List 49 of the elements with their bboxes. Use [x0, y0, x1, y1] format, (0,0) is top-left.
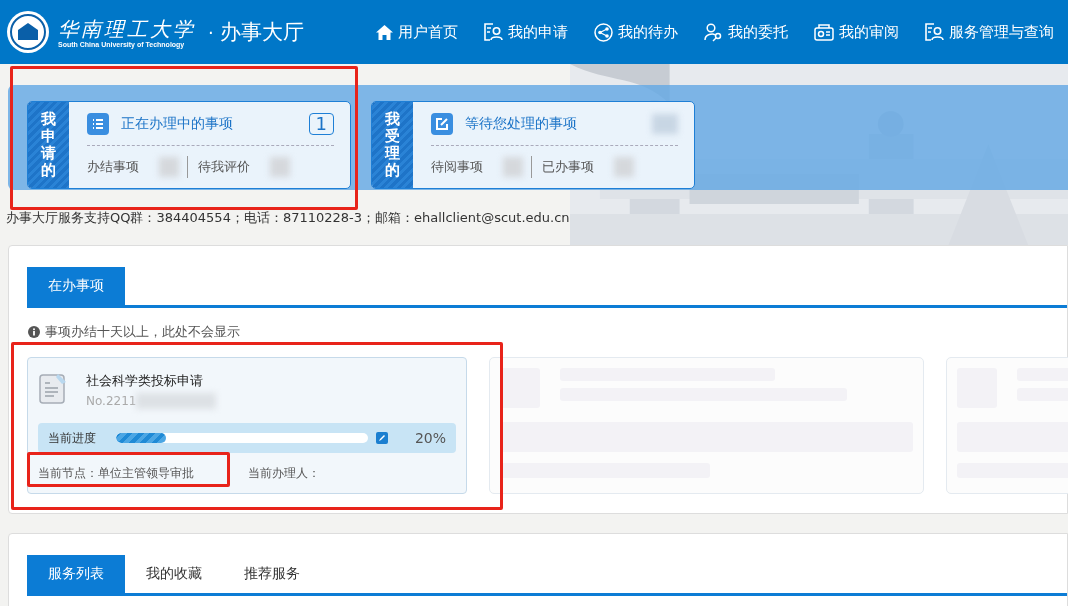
support-info: 办事大厅服务支持QQ群：384404554；电话：87110228-3；邮箱：ehallclient@scut.edu.cn [6, 209, 571, 227]
edit-icon [431, 113, 453, 135]
info-icon [28, 326, 40, 338]
stat-label: 已办事项 [542, 158, 595, 176]
home-icon [376, 24, 393, 40]
pencil-icon [376, 432, 388, 444]
person-document-icon [484, 23, 503, 41]
task-number: No.2211 [86, 394, 137, 408]
redacted-value [503, 157, 523, 177]
current-node-text: 当前节点：单位主管领导审批 [38, 465, 194, 482]
card-side-label: 我受理的 [372, 102, 413, 188]
nav-link[interactable]: 用户首页 [376, 22, 458, 42]
card-title-link[interactable]: 等待您处理的事项 [465, 115, 640, 133]
redacted-value [652, 114, 678, 134]
stat-label: 待阅事项 [431, 158, 484, 176]
card-title-link[interactable]: 正在办理中的事项 [121, 115, 297, 133]
progress-label: 当前进度 [48, 429, 97, 447]
redacted-value [159, 157, 179, 177]
person-key-icon [704, 22, 723, 42]
document-icon [38, 372, 68, 404]
tab[interactable]: 服务列表 [27, 555, 125, 593]
notice-text: 事项办结十天以上，此处不会显示 [45, 323, 240, 341]
stat-label: 办结事项 [87, 158, 140, 176]
university-name: 华南理工大学 [58, 16, 196, 41]
progress-percent: 20% [413, 430, 446, 446]
share-icon [594, 22, 613, 42]
university-seal-icon [6, 10, 50, 54]
task-title: 社会科学类投标申请 [86, 372, 204, 390]
site-title: 办事大厅 [219, 19, 304, 46]
nav-link[interactable]: 我的委托 [704, 22, 788, 42]
count-badge: 1 [308, 113, 334, 135]
task-card[interactable]: 社会科学类投标申请 No.2211 当前进度 20% 当前节点：单位主管领导审批 当前办理人： [27, 357, 467, 494]
document-gear-icon [814, 23, 834, 41]
list-icon [87, 113, 109, 135]
title-separator: · [208, 21, 214, 43]
nav-link[interactable]: 我的待办 [594, 22, 678, 42]
person-document-icon [925, 23, 944, 41]
current-handler: 当前办理人： [248, 465, 320, 482]
stat-label: 待我评价 [198, 158, 251, 176]
redacted-value [614, 157, 634, 177]
redacted-value [270, 157, 290, 177]
nav-link[interactable]: 我的审阅 [814, 22, 899, 42]
tab[interactable]: 在办事项 [27, 267, 125, 305]
placeholder-block [500, 368, 540, 408]
tab[interactable]: 我的收藏 [125, 555, 223, 593]
tab[interactable]: 推荐服务 [223, 555, 321, 593]
card-side-label: 我申请的 [28, 102, 69, 188]
nav-link[interactable]: 我的申请 [484, 22, 568, 42]
nav-link[interactable]: 服务管理与查询 [925, 22, 1054, 42]
